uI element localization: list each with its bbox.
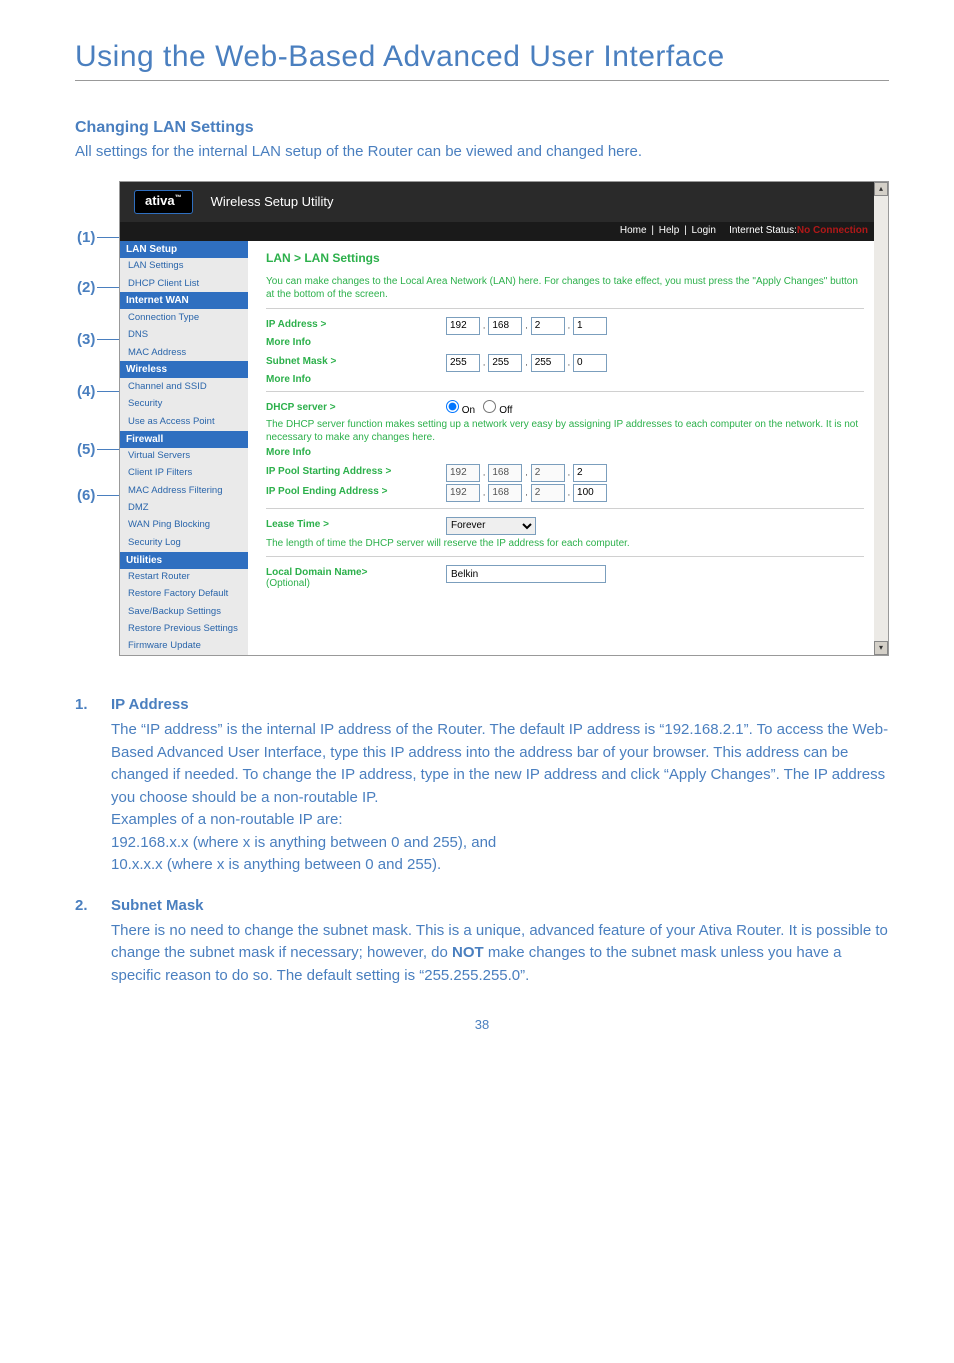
sidebar-item-save-backup[interactable]: Save/Backup Settings bbox=[120, 603, 248, 620]
sidebar-group-wireless: Wireless bbox=[120, 361, 248, 378]
nav-help[interactable]: Help bbox=[659, 225, 680, 236]
ip-more-info[interactable]: More Info bbox=[266, 337, 864, 348]
sidebar-item-virtual-servers[interactable]: Virtual Servers bbox=[120, 448, 248, 465]
nav-home[interactable]: Home bbox=[620, 225, 647, 236]
title-bar: ativa™ Wireless Setup Utility bbox=[120, 182, 888, 222]
ip-octet-4[interactable] bbox=[573, 317, 607, 335]
local-domain-label: Local Domain Name> (Optional) bbox=[266, 565, 446, 589]
subnet-more-info[interactable]: More Info bbox=[266, 374, 864, 385]
pool-end-1 bbox=[446, 484, 480, 502]
section-heading: Changing LAN Settings bbox=[75, 119, 889, 137]
li2-body: There is no need to change the subnet ma… bbox=[111, 920, 889, 988]
sidebar-item-firmware[interactable]: Firmware Update bbox=[120, 638, 248, 655]
ip-octet-2[interactable] bbox=[488, 317, 522, 335]
sidebar-item-connection-type[interactable]: Connection Type bbox=[120, 309, 248, 326]
local-domain-input[interactable] bbox=[446, 565, 606, 583]
scroll-up-icon[interactable]: ▴ bbox=[874, 182, 888, 196]
sidebar-item-mac-filtering[interactable]: MAC Address Filtering bbox=[120, 482, 248, 499]
dhcp-description: The DHCP server function makes setting u… bbox=[266, 418, 864, 445]
dhcp-on-radio[interactable] bbox=[446, 400, 459, 413]
subnet-octet-2[interactable] bbox=[488, 354, 522, 372]
sidebar-item-mac-address[interactable]: MAC Address bbox=[120, 344, 248, 361]
pool-end-2 bbox=[488, 484, 522, 502]
sidebar-item-restore-prev[interactable]: Restore Previous Settings bbox=[120, 621, 248, 638]
sidebar-item-restore-factory[interactable]: Restore Factory Default bbox=[120, 586, 248, 603]
sidebar-group-utilities: Utilities bbox=[120, 552, 248, 569]
router-screenshot: (1) (2) (3) (4) (5) (6) ▴ ▾ ativa™ Wirel… bbox=[75, 181, 889, 657]
pool-start-2 bbox=[488, 464, 522, 482]
pool-end-4[interactable] bbox=[573, 484, 607, 502]
dhcp-server-label: DHCP server > bbox=[266, 400, 446, 413]
sidebar-item-lan-settings[interactable]: LAN Settings bbox=[120, 258, 248, 275]
sidebar-item-security-log[interactable]: Security Log bbox=[120, 534, 248, 551]
li1-num: 1. bbox=[75, 696, 111, 713]
subnet-octet-1[interactable] bbox=[446, 354, 480, 372]
dhcp-off-radio[interactable] bbox=[483, 400, 496, 413]
pool-start-label: IP Pool Starting Address > bbox=[266, 464, 446, 477]
scroll-down-icon[interactable]: ▾ bbox=[874, 641, 888, 655]
dhcp-more-info[interactable]: More Info bbox=[266, 447, 864, 458]
sidebar-group-lan: LAN Setup bbox=[120, 241, 248, 258]
page-number: 38 bbox=[75, 1017, 889, 1032]
sidebar-item-dns[interactable]: DNS bbox=[120, 327, 248, 344]
li2-num: 2. bbox=[75, 897, 111, 914]
li2-title: Subnet Mask bbox=[111, 897, 204, 914]
nav-login[interactable]: Login bbox=[691, 225, 715, 236]
sidebar-item-access-point[interactable]: Use as Access Point bbox=[120, 413, 248, 430]
sidebar-item-client-ip-filters[interactable]: Client IP Filters bbox=[120, 465, 248, 482]
content-panel: LAN > LAN Settings You can make changes … bbox=[248, 241, 888, 656]
sidebar-item-restart[interactable]: Restart Router bbox=[120, 569, 248, 586]
content-breadcrumb: LAN > LAN Settings bbox=[266, 251, 864, 265]
page-title: Using the Web-Based Advanced User Interf… bbox=[75, 40, 889, 81]
sidebar-item-dmz[interactable]: DMZ bbox=[120, 500, 248, 517]
sidebar-item-security[interactable]: Security bbox=[120, 396, 248, 413]
sidebar-group-wan: Internet WAN bbox=[120, 292, 248, 309]
ip-address-label: IP Address > bbox=[266, 317, 446, 330]
li1-title: IP Address bbox=[111, 696, 189, 713]
subnet-label: Subnet Mask > bbox=[266, 354, 446, 367]
pool-end-3 bbox=[531, 484, 565, 502]
pool-start-1 bbox=[446, 464, 480, 482]
sidebar: LAN Setup LAN Settings DHCP Client List … bbox=[120, 241, 248, 656]
pool-end-label: IP Pool Ending Address > bbox=[266, 484, 446, 497]
ip-octet-1[interactable] bbox=[446, 317, 480, 335]
sidebar-item-wan-ping[interactable]: WAN Ping Blocking bbox=[120, 517, 248, 534]
status-bar: Home | Help | Login Internet Status:No C… bbox=[120, 222, 888, 241]
brand-logo: ativa™ bbox=[134, 190, 193, 214]
subnet-octet-4[interactable] bbox=[573, 354, 607, 372]
sidebar-item-channel-ssid[interactable]: Channel and SSID bbox=[120, 378, 248, 395]
sidebar-group-firewall: Firewall bbox=[120, 431, 248, 448]
subnet-octet-3[interactable] bbox=[531, 354, 565, 372]
li1-body: The “IP address” is the internal IP addr… bbox=[111, 719, 889, 877]
ip-octet-3[interactable] bbox=[531, 317, 565, 335]
lease-time-select[interactable]: Forever bbox=[446, 517, 536, 535]
pool-start-3 bbox=[531, 464, 565, 482]
lease-description: The length of time the DHCP server will … bbox=[266, 537, 864, 551]
internet-status-value: No Connection bbox=[797, 225, 868, 236]
content-description: You can make changes to the Local Area N… bbox=[266, 275, 864, 302]
pool-start-4[interactable] bbox=[573, 464, 607, 482]
section-intro: All settings for the internal LAN setup … bbox=[75, 141, 889, 163]
utility-title: Wireless Setup Utility bbox=[211, 194, 334, 209]
sidebar-item-dhcp-client-list[interactable]: DHCP Client List bbox=[120, 275, 248, 292]
scrollbar[interactable]: ▴ ▾ bbox=[874, 182, 888, 656]
internet-status-label: Internet Status: bbox=[729, 225, 797, 236]
lease-time-label: Lease Time > bbox=[266, 517, 446, 530]
